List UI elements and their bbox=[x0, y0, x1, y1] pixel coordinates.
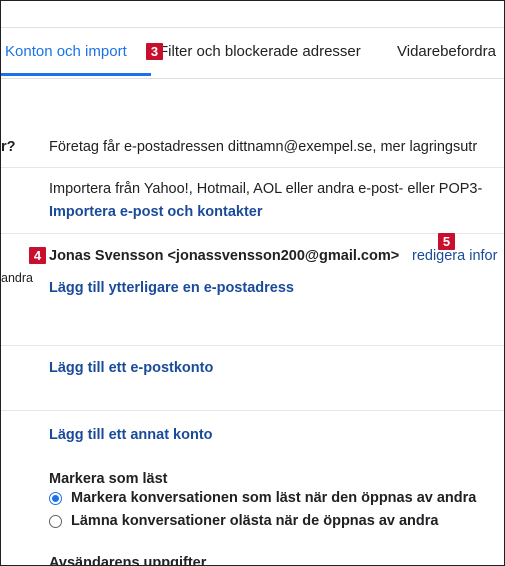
edit-info-link[interactable]: redigera infor bbox=[412, 248, 497, 264]
annotation-badge-4: 4 bbox=[29, 247, 46, 264]
sender-identity: Jonas Svensson <jonassvensson200@gmail.c… bbox=[49, 248, 400, 264]
leave-unread-radio[interactable] bbox=[49, 515, 62, 528]
annotation-badge-3: 3 bbox=[146, 43, 163, 60]
active-tab-indicator bbox=[1, 73, 151, 76]
import-description: Importera från Yahoo!, Hotmail, AOL elle… bbox=[49, 181, 483, 197]
mark-read-option-label: Markera konversationen som läst när den … bbox=[71, 490, 477, 506]
row-divider bbox=[1, 233, 504, 234]
tab-filters-blocked[interactable]: Filter och blockerade adresser bbox=[159, 43, 361, 60]
add-mail-account-link[interactable]: Lägg till ett e-postkonto bbox=[49, 360, 213, 376]
import-mail-contacts-link[interactable]: Importera e-post och kontakter bbox=[49, 204, 263, 220]
send-as-label: andra bbox=[1, 271, 33, 285]
leave-unread-option-label: Lämna konversationer olästa när de öppna… bbox=[71, 513, 439, 529]
tab-accounts-import[interactable]: Konton och import bbox=[5, 43, 127, 60]
account-description: Företag får e-postadressen dittnamn@exem… bbox=[49, 139, 478, 155]
top-bar bbox=[1, 1, 504, 28]
add-email-address-link[interactable]: Lägg till ytterligare en e-postadress bbox=[49, 280, 294, 296]
mark-as-read-heading: Markera som läst bbox=[49, 471, 168, 487]
row-divider bbox=[1, 167, 504, 168]
row-divider bbox=[1, 410, 504, 411]
row-divider bbox=[1, 345, 504, 346]
account-row-label: r? bbox=[1, 139, 16, 155]
add-other-account-link[interactable]: Lägg till ett annat konto bbox=[49, 427, 213, 443]
mark-read-radio[interactable] bbox=[49, 492, 62, 505]
tabs-divider bbox=[1, 78, 504, 79]
tab-forwarding[interactable]: Vidarebefordra bbox=[397, 43, 496, 60]
settings-panel: Konton och import Filter och blockerade … bbox=[0, 0, 505, 566]
sender-info-heading: Avsändarens uppgifter bbox=[49, 555, 207, 566]
